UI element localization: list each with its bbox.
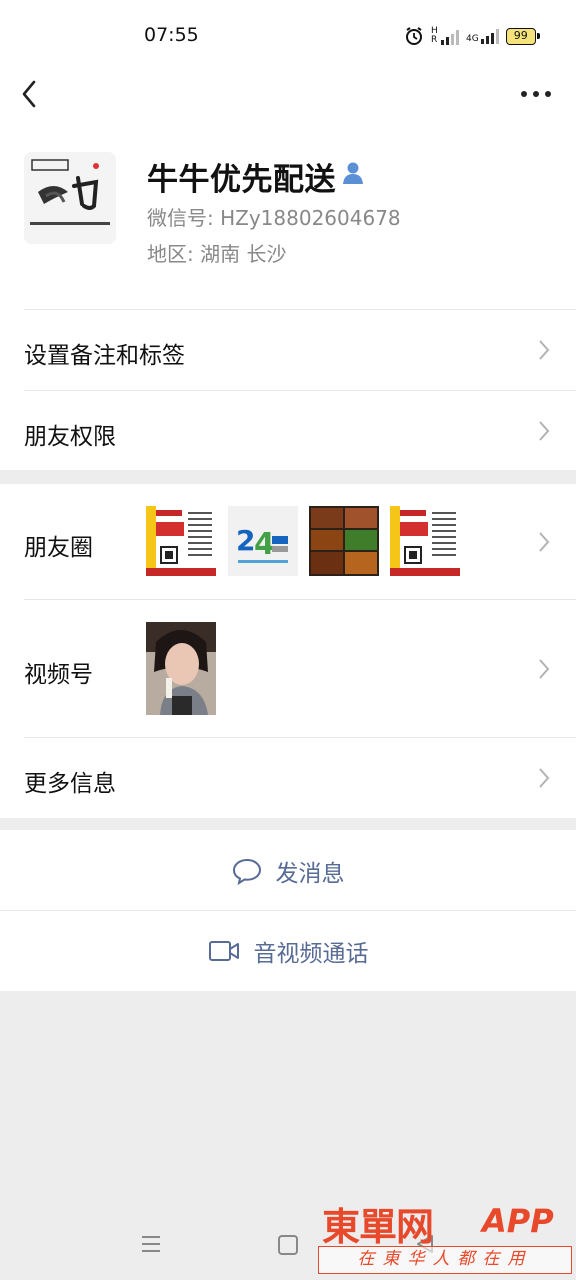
moments-thumbnail	[146, 506, 216, 576]
moments-thumbnail: 2 4	[228, 506, 298, 576]
region: 地区: 湖南 长沙	[147, 242, 287, 266]
watermark-title: 東單网	[322, 1205, 434, 1249]
signal-label: HR	[431, 26, 438, 45]
signal-2: 4G	[466, 28, 499, 44]
back-chevron-icon[interactable]	[18, 78, 42, 110]
status-icons: HR 4G 99	[404, 24, 540, 48]
moments-thumbnail	[309, 506, 379, 576]
chat-bubble-icon	[232, 858, 261, 885]
wechat-id: 微信号: HZy18802604678	[147, 206, 401, 230]
avatar-logo-image	[24, 152, 116, 244]
person-icon	[343, 162, 363, 184]
row-channels-label: 视频号	[24, 662, 93, 688]
menu-flyer-image	[390, 506, 460, 576]
signal-bars-icon	[441, 29, 459, 45]
svg-text:4: 4	[254, 527, 275, 562]
watermark-logo: 東單网 APP 在東华人都在用	[318, 1196, 572, 1276]
row-remark-label: 设置备注和标签	[24, 343, 185, 369]
signal-1: HR	[431, 27, 459, 45]
contact-name: 牛牛优先配送	[147, 162, 336, 198]
moments-thumbnail	[390, 506, 460, 576]
watermark-subtitle: 在東华人都在用	[318, 1246, 572, 1274]
portrait-image	[146, 622, 216, 715]
row-moments-label: 朋友圈	[24, 535, 93, 561]
video-call-button[interactable]: 音视频通话	[0, 911, 576, 991]
service-logo-image: 2 4	[228, 506, 298, 576]
menu-icon[interactable]	[140, 1233, 162, 1255]
chevron-right-icon	[539, 532, 550, 552]
signal-bars-icon	[480, 28, 499, 44]
chevron-right-icon	[539, 340, 550, 360]
row-permissions-label: 朋友权限	[24, 424, 116, 450]
video-camera-icon	[208, 941, 239, 961]
battery-icon: 99	[505, 27, 540, 45]
food-collage-image	[309, 506, 379, 576]
watermark-app: APP	[482, 1202, 554, 1240]
network-label: 4G	[466, 34, 479, 44]
chevron-right-icon	[539, 421, 550, 441]
send-message-label: 发消息	[275, 861, 345, 887]
chevron-right-icon	[539, 768, 550, 788]
alarm-icon	[406, 27, 422, 45]
channels-thumbnail	[146, 622, 216, 715]
svg-text:2: 2	[236, 524, 255, 557]
row-more-info-label: 更多信息	[24, 771, 116, 797]
menu-flyer-image	[146, 506, 216, 576]
send-message-button[interactable]: 发消息	[0, 831, 576, 911]
more-dots-icon[interactable]	[518, 86, 554, 102]
avatar[interactable]	[24, 152, 116, 244]
chevron-right-icon	[539, 659, 550, 679]
video-call-label: 音视频通话	[253, 941, 369, 967]
status-time: 07:55	[144, 24, 199, 46]
home-square-icon[interactable]	[278, 1235, 298, 1255]
